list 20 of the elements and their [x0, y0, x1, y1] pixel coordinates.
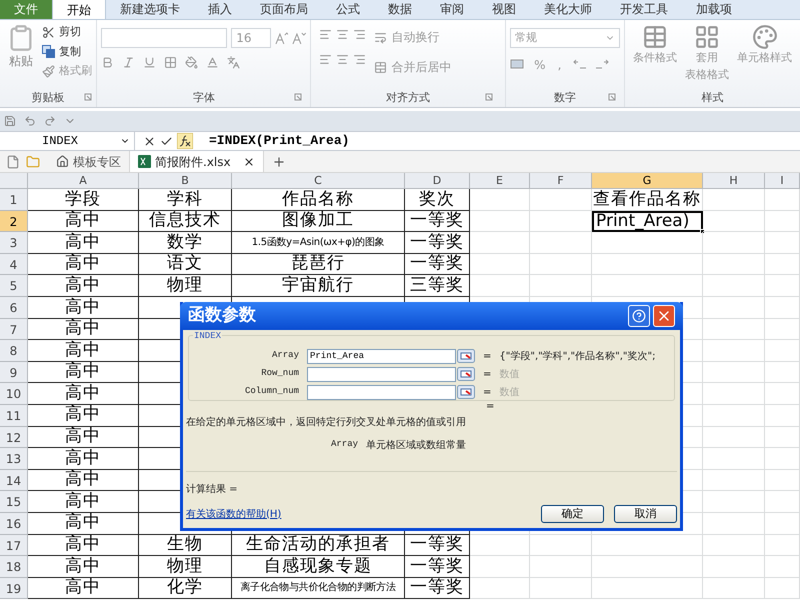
argument-label: Array — [270, 349, 300, 362]
argument-description: 单元格区域或数组常量 — [366, 438, 466, 453]
function-description: 在给定的单元格区域中，返回特定行列交叉处单元格的值或引用 — [186, 416, 467, 430]
argument-result: {"学段","学科","作品名称","奖次"; — [499, 350, 656, 364]
argument-label: Column_num — [244, 385, 300, 398]
group-label: 样式 — [702, 90, 724, 106]
result-label: 计算结果 = — [186, 482, 239, 497]
argument-name: Array — [331, 438, 358, 451]
equals-sign: = — [483, 368, 492, 382]
equals-sign: = — [483, 386, 492, 400]
equals-sign: = — [486, 401, 496, 413]
equals-sign: = — [483, 350, 492, 364]
dialog-title: 函数参数 — [188, 304, 256, 328]
group-label: 数字 — [554, 90, 576, 106]
argument-result: 数值 — [499, 368, 520, 382]
group-label: 对齐方式 — [386, 90, 430, 106]
argument-label: Row_num — [260, 367, 300, 380]
group-label: 字体 — [192, 90, 215, 106]
argument-result: 数值 — [499, 386, 520, 400]
group-label: 剪贴板 — [32, 90, 65, 106]
